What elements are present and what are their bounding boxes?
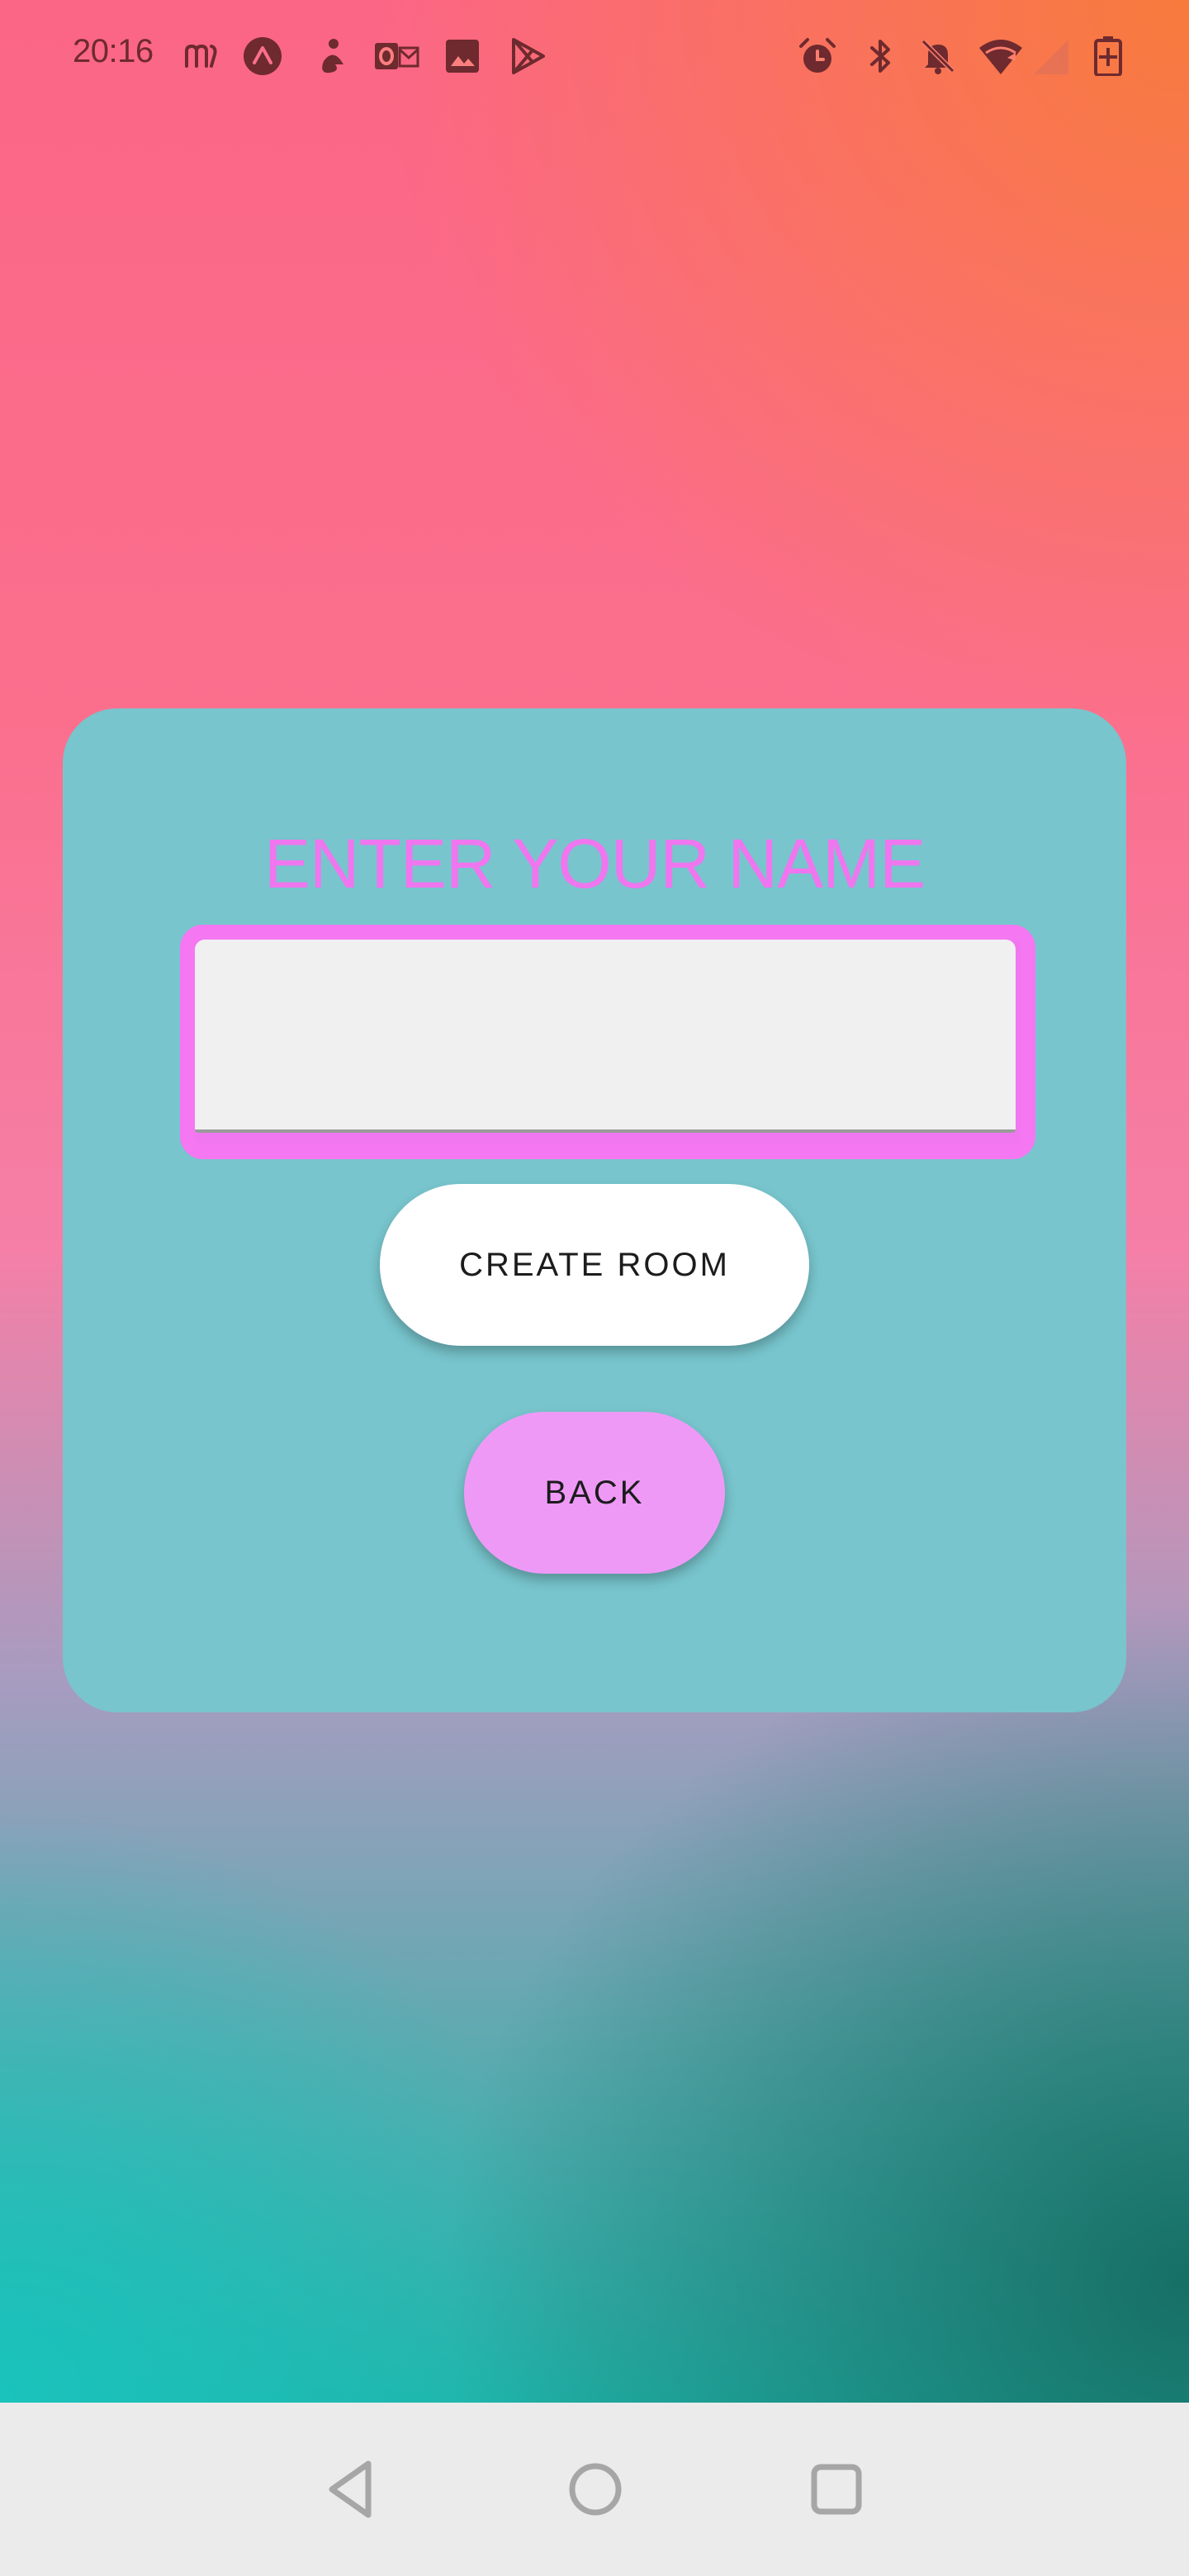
- mute-icon: [918, 36, 958, 76]
- battery-charging-icon: [1092, 36, 1125, 77]
- mi-fit-icon: [182, 36, 221, 76]
- gallery-icon: [443, 36, 482, 76]
- outlook-icon: [373, 36, 419, 76]
- create-room-button[interactable]: CREATE ROOM: [380, 1184, 809, 1346]
- signal-icon: [1030, 36, 1070, 76]
- name-input-frame: [180, 925, 1035, 1159]
- name-input[interactable]: [195, 940, 1016, 1133]
- wifi-icon: [978, 36, 1024, 76]
- home-circle-icon[interactable]: [558, 2452, 632, 2526]
- bluetooth-icon: [860, 36, 900, 76]
- expo-icon: [243, 36, 282, 76]
- back-triangle-icon[interactable]: [315, 2452, 390, 2526]
- play-store-icon: [507, 36, 547, 76]
- recents-square-icon[interactable]: [799, 2452, 874, 2526]
- page-title: ENTER YOUR NAME: [263, 825, 926, 902]
- name-entry-card: ENTER YOUR NAME CREATE ROOM BACK: [63, 708, 1126, 1712]
- back-button[interactable]: BACK: [464, 1412, 725, 1574]
- status-bar: 20:16: [0, 0, 1189, 116]
- app-screen: 20:16 ENTER YOUR NAME CREATE ROOM BACK: [0, 0, 1189, 2576]
- alarm-icon: [798, 36, 837, 76]
- mitra-icon: [312, 36, 352, 76]
- status-time: 20:16: [73, 33, 154, 69]
- system-nav-bar: [0, 2403, 1189, 2576]
